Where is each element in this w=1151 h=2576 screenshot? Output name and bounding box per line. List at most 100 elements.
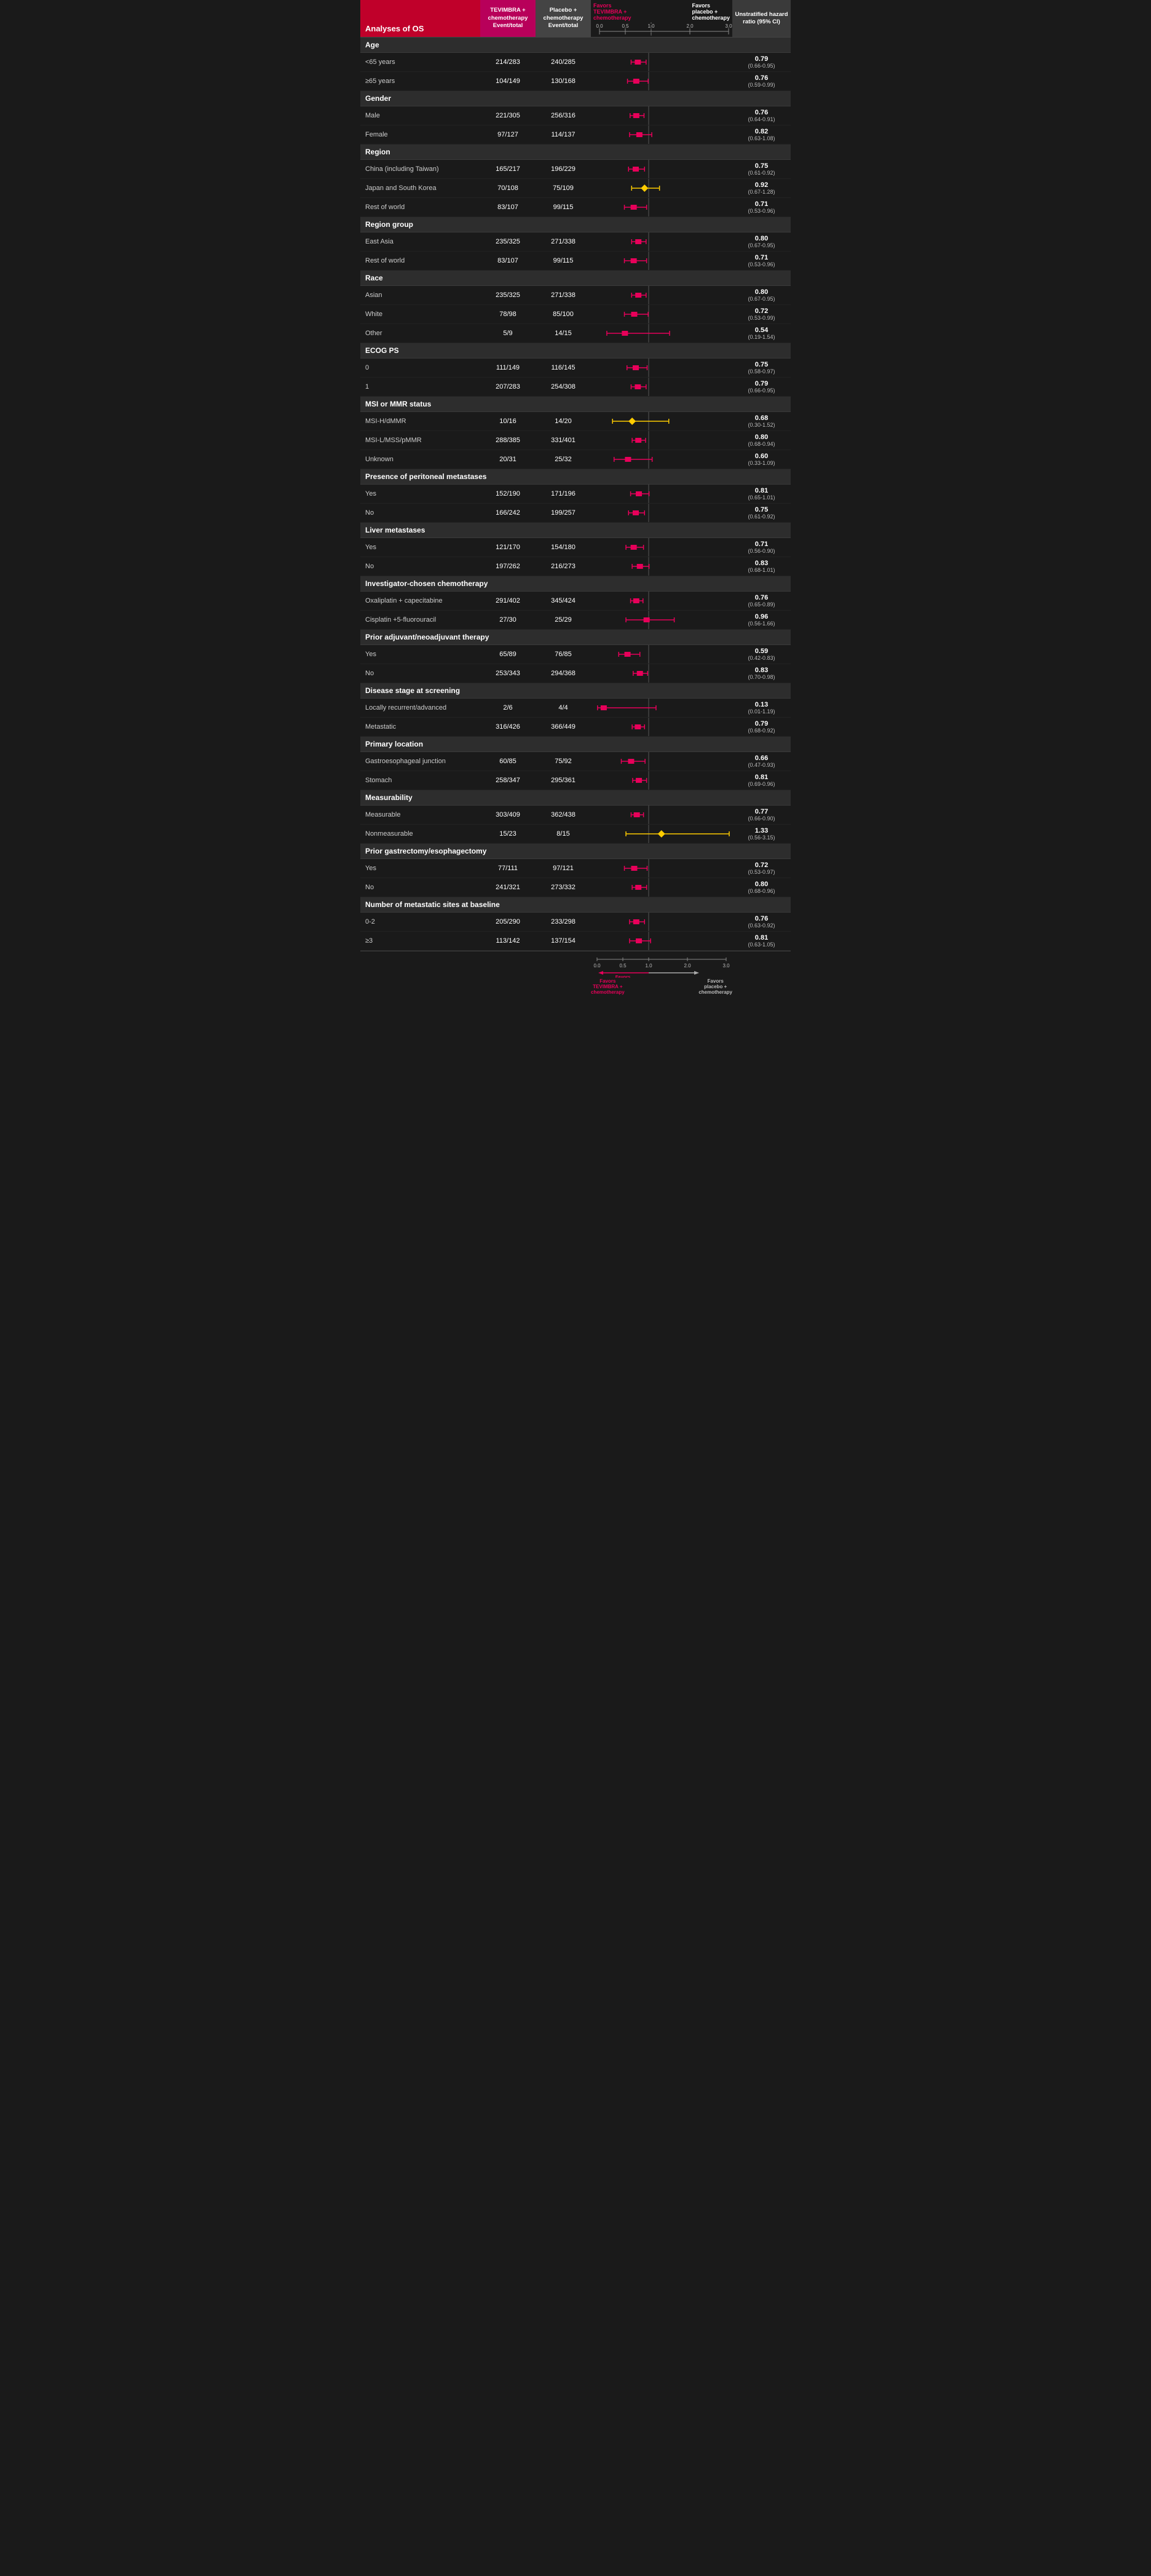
row-forest (591, 932, 732, 950)
hr-value: 0.72 (735, 307, 788, 315)
row-forest (591, 305, 732, 323)
row-tevimbra: 65/89 (480, 648, 536, 660)
forest-point (591, 752, 732, 771)
section-header: Prior adjuvant/neoadjuvant therapy (360, 630, 791, 645)
row-label: Rest of world (360, 255, 480, 267)
hr-ci-value: (0.70-0.98) (735, 674, 788, 680)
table-row: 1 207/283 254/308 (360, 378, 791, 397)
table-row: Oxaliplatin + capecitabine 291/402 345/4… (360, 592, 791, 611)
row-hr: 0.79 (0.66-0.95) (732, 53, 791, 71)
row-label: MSI-H/dMMR (360, 415, 480, 427)
hr-value: 0.80 (735, 434, 788, 441)
forest-point (591, 412, 732, 430)
row-tevimbra: 197/262 (480, 560, 536, 573)
row-hr: 0.80 (0.67-0.95) (732, 232, 791, 251)
row-hr: 0.72 (0.53-0.99) (732, 305, 791, 323)
table-row: No 253/343 294/368 (360, 664, 791, 683)
row-placebo: 14/20 (536, 415, 591, 427)
row-tevimbra: 83/107 (480, 255, 536, 267)
hr-ci-value: (0.67-0.95) (735, 242, 788, 248)
forest-point (591, 557, 732, 576)
table-row: Yes 121/170 154/180 (360, 538, 791, 557)
row-forest (591, 504, 732, 522)
hr-value: 0.80 (735, 881, 788, 888)
row-label: ≥65 years (360, 75, 480, 87)
hr-ci-value: (0.01-1.19) (735, 708, 788, 715)
svg-text:2.0: 2.0 (686, 23, 694, 29)
row-tevimbra: 121/170 (480, 541, 536, 553)
forest-point (591, 806, 732, 824)
forest-point (591, 106, 732, 125)
section-header: Age (360, 38, 791, 53)
row-tevimbra: 166/242 (480, 507, 536, 519)
row-tevimbra: 165/217 (480, 163, 536, 175)
table-row: Asian 235/325 271/338 (360, 286, 791, 305)
section-header: Region group (360, 217, 791, 232)
row-forest (591, 699, 732, 717)
row-tevimbra: 20/31 (480, 453, 536, 466)
row-forest (591, 125, 732, 144)
forest-favors-labels: FavorsTEVIMBRA +chemotherapy Favorsplace… (593, 2, 730, 21)
row-tevimbra: 205/290 (480, 916, 536, 928)
hr-ci-value: (0.56-3.15) (735, 834, 788, 841)
bottom-forest-axis: 0.0 0.5 1.0 2.0 3.0 Favors FavorsTEVIMBR… (591, 956, 732, 995)
row-tevimbra: 15/23 (480, 828, 536, 840)
table-row: Cisplatin +5-fluorouracil 27/30 25/29 (360, 611, 791, 630)
forest-point (591, 699, 732, 717)
hr-value: 0.83 (735, 667, 788, 674)
row-hr: 0.71 (0.53-0.96) (732, 252, 791, 270)
row-tevimbra: 253/343 (480, 667, 536, 680)
forest-point (591, 232, 732, 251)
hr-value: 0.79 (735, 380, 788, 387)
row-label: East Asia (360, 236, 480, 248)
row-tevimbra: 83/107 (480, 201, 536, 213)
row-label: Asian (360, 289, 480, 301)
row-hr: 0.60 (0.33-1.09) (732, 450, 791, 469)
row-label: ≥3 (360, 935, 480, 947)
row-hr: 0.81 (0.63-1.05) (732, 932, 791, 950)
hr-ci-value: (0.53-0.96) (735, 261, 788, 268)
row-forest (591, 752, 732, 771)
row-forest (591, 592, 732, 610)
row-placebo: 99/115 (536, 201, 591, 213)
row-forest (591, 53, 732, 71)
row-hr: 0.71 (0.56-0.90) (732, 538, 791, 557)
row-label: Other (360, 327, 480, 339)
hr-value: 0.79 (735, 55, 788, 63)
row-forest (591, 106, 732, 125)
row-hr: 0.54 (0.19-1.54) (732, 324, 791, 343)
row-label: Unknown (360, 453, 480, 466)
row-label: 0-2 (360, 916, 480, 928)
row-forest (591, 179, 732, 197)
hr-ci-value: (0.68-0.96) (735, 888, 788, 894)
row-placebo: 75/109 (536, 182, 591, 194)
forest-point (591, 198, 732, 216)
row-forest (591, 72, 732, 90)
row-hr: 0.79 (0.66-0.95) (732, 378, 791, 396)
row-placebo: 331/401 (536, 434, 591, 446)
section-header: Liver metastases (360, 523, 791, 538)
forest-point (591, 179, 732, 197)
hr-ci-value: (0.63-1.08) (735, 135, 788, 141)
section-header: MSI or MMR status (360, 397, 791, 412)
row-tevimbra: 303/409 (480, 809, 536, 821)
header-forest: FavorsTEVIMBRA +chemotherapy Favorsplace… (591, 0, 732, 37)
row-tevimbra: 2/6 (480, 702, 536, 714)
row-label: Oxaliplatin + capecitabine (360, 595, 480, 607)
hr-value: 1.33 (735, 827, 788, 834)
row-placebo: 216/273 (536, 560, 591, 573)
row-forest (591, 878, 732, 897)
section-header: Measurability (360, 790, 791, 806)
rows-container: Age <65 years 214/283 240/285 (360, 38, 791, 951)
hr-ci-value: (0.53-0.97) (735, 869, 788, 875)
row-placebo: 240/285 (536, 56, 591, 68)
favors-tevimbra-label: FavorsTEVIMBRA +chemotherapy (593, 2, 631, 21)
table-row: 0 111/149 116/145 (360, 359, 791, 378)
hr-value: 0.82 (735, 128, 788, 135)
row-placebo: 273/332 (536, 881, 591, 894)
hr-value: 0.76 (735, 74, 788, 82)
hr-value: 0.77 (735, 808, 788, 815)
table-row: Unknown 20/31 25/32 (360, 450, 791, 469)
forest-point (591, 252, 732, 270)
row-forest (591, 252, 732, 270)
